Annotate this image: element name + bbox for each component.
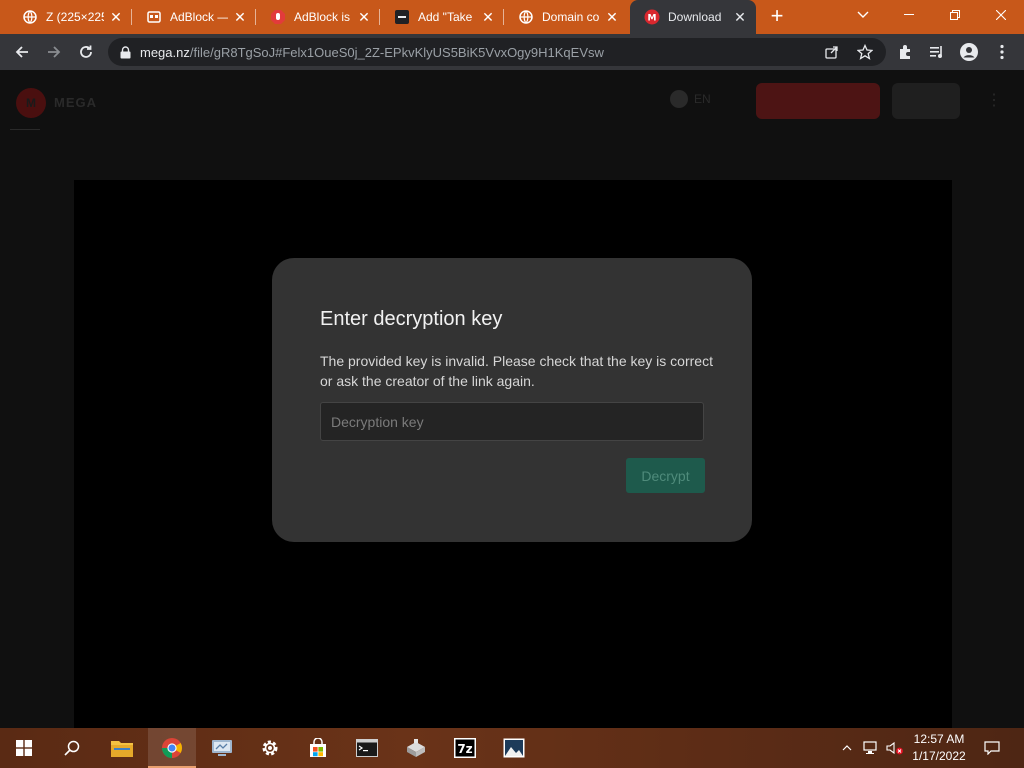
mega-icon: M: [644, 9, 660, 25]
language-label: EN: [694, 92, 711, 106]
header-divider: [10, 129, 40, 130]
photos-icon[interactable]: [490, 728, 538, 768]
system-clock[interactable]: 12:57 AM 1/17/2022: [906, 731, 972, 765]
hamburger-menu-icon[interactable]: ⋮: [986, 92, 1002, 110]
close-tab-icon[interactable]: ✕: [732, 9, 748, 25]
adblock-hand-icon: [270, 9, 286, 25]
mega-brand-text[interactable]: MEGA: [54, 95, 112, 110]
extension-page-icon: [146, 9, 162, 25]
forward-button[interactable]: [40, 38, 68, 66]
browser-tab[interactable]: Z (225×225 ✕: [8, 0, 132, 34]
browser-tab[interactable]: AdBlock — ✕: [132, 0, 256, 34]
settings-icon[interactable]: [246, 728, 294, 768]
tab-title: Download: [668, 10, 722, 24]
network-icon[interactable]: [860, 728, 882, 768]
close-tab-icon[interactable]: ✕: [356, 9, 372, 25]
close-tab-icon[interactable]: ✕: [604, 9, 620, 25]
header-primary-button[interactable]: [756, 83, 880, 119]
close-tab-icon[interactable]: ✕: [108, 9, 124, 25]
windows-start-icon[interactable]: [0, 728, 48, 768]
store-icon[interactable]: [294, 728, 342, 768]
dialog-message: The provided key is invalid. Please chec…: [320, 353, 713, 389]
address-bar[interactable]: mega.nz/file/gR8TgSoJ#Felx1OueS0j_2Z-EPk…: [108, 38, 886, 66]
decryption-key-dialog: Enter decryption key The provided key is…: [272, 258, 752, 542]
close-tab-icon[interactable]: ✕: [480, 9, 496, 25]
tab-title: AdBlock is: [294, 10, 351, 24]
dark-site-icon: [394, 9, 410, 25]
notifications-icon[interactable]: [980, 728, 1004, 768]
minimize-button[interactable]: [886, 0, 932, 30]
close-window-button[interactable]: [978, 0, 1024, 30]
decryption-key-input[interactable]: [320, 402, 704, 441]
browser-tab[interactable]: Add "Take ✕: [380, 0, 504, 34]
browser-tab[interactable]: Domain co ✕: [504, 0, 628, 34]
globe-icon: [22, 9, 38, 25]
mega-logo-icon[interactable]: M: [16, 88, 46, 118]
close-tab-icon[interactable]: ✕: [232, 9, 248, 25]
decrypt-button[interactable]: Decrypt: [626, 458, 705, 493]
bookmark-star-icon[interactable]: [857, 44, 873, 60]
tab-search-button[interactable]: [840, 0, 886, 30]
file-explorer-icon[interactable]: [98, 728, 146, 768]
extensions-puzzle-icon[interactable]: [896, 42, 916, 62]
hardware-icon[interactable]: [392, 728, 440, 768]
language-selector[interactable]: EN: [670, 90, 711, 108]
url-text[interactable]: mega.nz/file/gR8TgSoJ#Felx1OueS0j_2Z-EPk…: [140, 45, 604, 60]
windows-taskbar: 7z 12:57 AM 1/17/2022: [0, 728, 1024, 768]
globe-icon: [670, 90, 688, 108]
url-host: mega.nz: [140, 44, 190, 60]
clock-date: 1/17/2022: [912, 749, 966, 763]
show-hidden-icons-chevron-icon[interactable]: [838, 728, 856, 768]
svg-text:M: M: [648, 14, 657, 24]
tab-title: Add "Take: [418, 10, 473, 24]
clock-time: 12:57 AM: [913, 732, 965, 746]
terminal-icon[interactable]: [343, 728, 391, 768]
browser-toolbar: mega.nz/file/gR8TgSoJ#Felx1OueS0j_2Z-EPk…: [0, 34, 1024, 70]
browser-tab-active[interactable]: M Download ✕: [630, 0, 756, 34]
url-path: /file/gR8TgSoJ#Felx1OueS0j_2Z-EPkvKlyUS5…: [189, 44, 604, 60]
globe-icon: [518, 9, 534, 25]
share-icon[interactable]: [824, 44, 840, 60]
remote-desktop-icon[interactable]: [198, 728, 246, 768]
header-secondary-button[interactable]: [892, 83, 960, 119]
svg-text:7z: 7z: [457, 742, 472, 756]
7zip-icon[interactable]: 7z: [441, 728, 489, 768]
tab-title: Z (225×225: [46, 10, 104, 24]
search-icon[interactable]: [48, 728, 96, 768]
reload-button[interactable]: [72, 38, 100, 66]
site-header: M MEGA EN ⋮: [0, 70, 1024, 132]
tab-title: AdBlock —: [170, 10, 228, 24]
lock-icon[interactable]: [118, 45, 132, 59]
new-tab-button[interactable]: +: [765, 5, 789, 29]
dialog-title: Enter decryption key: [320, 308, 503, 330]
browser-tab[interactable]: AdBlock is ✕: [256, 0, 380, 34]
media-controls-icon[interactable]: [927, 42, 947, 62]
browser-menu-icon[interactable]: [992, 42, 1012, 62]
tab-title: Domain co: [542, 10, 600, 24]
back-button[interactable]: [8, 38, 36, 66]
profile-avatar-icon[interactable]: [959, 42, 979, 62]
volume-muted-icon[interactable]: [884, 728, 906, 768]
browser-tab-strip: Z (225×225 ✕ AdBlock — ✕ AdBlock is ✕ Ad…: [0, 0, 1024, 34]
chrome-icon[interactable]: [148, 728, 196, 768]
restore-button[interactable]: [932, 0, 978, 30]
